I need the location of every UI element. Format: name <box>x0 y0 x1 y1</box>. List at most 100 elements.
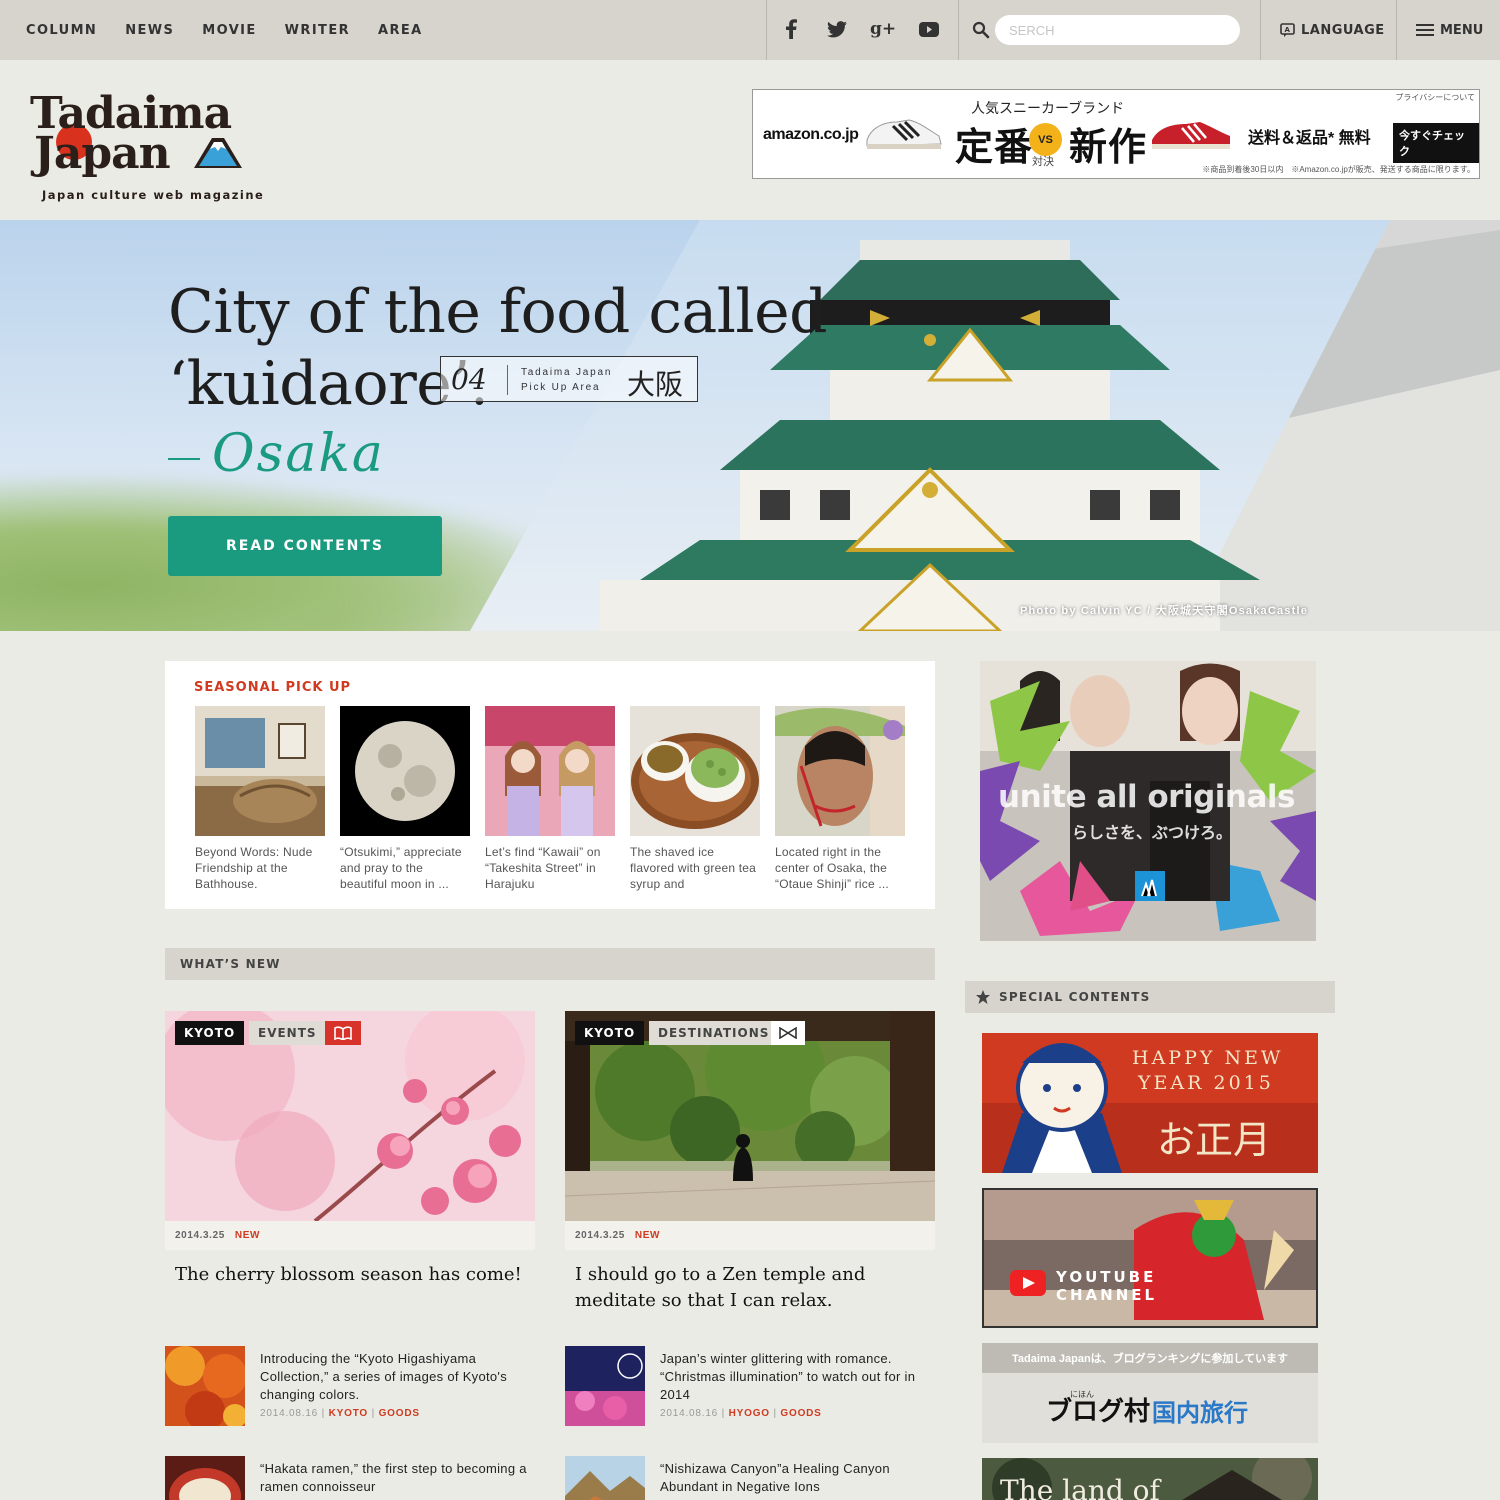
article-card-zen-temple[interactable]: KYOTO DESTINATIONS 2014.3.25 NEW I shoul… <box>565 1011 935 1314</box>
language-icon: A <box>1280 22 1295 37</box>
bathhouse-image <box>195 706 325 836</box>
article-list-item[interactable]: “Nishizawa Canyon”a Healing Canyon Abund… <box>565 1456 935 1500</box>
otaue-shinji-image <box>775 706 905 836</box>
canyon-thumb <box>565 1456 645 1500</box>
special-contents-header: SPECIAL CONTENTS <box>965 981 1335 1013</box>
article-area[interactable]: HYOGO <box>729 1408 770 1419</box>
article-list-item[interactable]: Japan’s winter glittering with romance. … <box>565 1346 935 1426</box>
twitter-icon[interactable] <box>826 18 848 40</box>
seasonal-item-bathhouse[interactable]: Beyond Words: Nude Friendship at the Bat… <box>195 706 325 892</box>
nav-item-area[interactable]: AREA <box>378 23 423 38</box>
card-date: 2014.3.25 <box>175 1230 225 1241</box>
article-area[interactable]: KYOTO <box>329 1408 368 1419</box>
youtube-channel-banner[interactable]: YOUTUBE CHANNEL <box>982 1188 1318 1328</box>
adidas-subline: らしさを、ぶつけろ。 <box>1072 825 1233 842</box>
seasonal-item-moon[interactable]: “Otsukimi,” appreciate and pray to the b… <box>340 706 470 892</box>
search-icon[interactable] <box>972 21 990 39</box>
youtube-label-line1: YOUTUBE <box>1056 1268 1157 1286</box>
fukusuke-doll-icon <box>1002 1043 1122 1173</box>
star-icon <box>976 990 990 1004</box>
svg-text:A: A <box>1285 26 1291 34</box>
youtube-icon[interactable] <box>918 18 940 40</box>
article-list-item[interactable]: “Hakata ramen,” the first step to becomi… <box>165 1456 535 1500</box>
badge-number: 04 <box>451 363 487 396</box>
nav-item-writer[interactable]: WRITER <box>285 23 350 38</box>
amazon-banner-ad[interactable]: プライバシーについて amazon.co.jp 人気スニーカーブランド 定番 新作… <box>752 89 1480 179</box>
article-date: 2014.08.16 <box>260 1408 319 1419</box>
seasonal-caption: Let’s find “Kawaii” on “Takeshita Street… <box>485 845 601 891</box>
new-year-line1: HAPPY NEW <box>1132 1047 1284 1069</box>
seasonal-caption: “Otsukimi,” appreciate and pray to the b… <box>340 845 462 891</box>
ranking-text: Tadaima Japanは、ブログランキングに参加しています <box>982 1343 1318 1373</box>
article-title: Introducing the “Kyoto Higashiyama Colle… <box>260 1351 508 1402</box>
cherry-blossom-image: KYOTO EVENTS <box>165 1011 535 1221</box>
seasonal-caption: The shaved ice flavored with green tea s… <box>630 845 757 891</box>
card-title[interactable]: I should go to a Zen temple and meditate… <box>575 1262 935 1314</box>
search-input[interactable] <box>995 15 1240 45</box>
language-button[interactable]: A LANGUAGE <box>1280 0 1385 60</box>
nav-item-column[interactable]: COLUMN <box>26 23 97 38</box>
seasonal-heading: SEASONAL PICK UP <box>194 680 352 695</box>
divider <box>1396 0 1397 60</box>
whats-new-header: WHAT’S NEW <box>165 948 935 980</box>
site-logo[interactable]: Tadaima Japan Japan culture web magazine <box>30 88 263 203</box>
ad-privacy-link[interactable]: プライバシーについて <box>1395 92 1475 103</box>
ad-cta-button[interactable]: 今すぐチェック <box>1393 123 1479 163</box>
article-title: “Nishizawa Canyon”a Healing Canyon Abund… <box>660 1461 890 1494</box>
seasonal-item-shaved-ice[interactable]: The shaved ice flavored with green tea s… <box>630 706 760 892</box>
new-year-line2: YEAR 2015 <box>1138 1072 1274 1094</box>
land-of-banner[interactable]: The land of <box>982 1458 1318 1500</box>
divider <box>766 0 767 60</box>
harajuku-girls-image <box>485 706 615 836</box>
card-area-tag[interactable]: KYOTO <box>575 1021 645 1045</box>
article-date: 2014.08.16 <box>660 1408 719 1419</box>
card-date-bar: 2014.3.25 NEW <box>165 1221 535 1250</box>
amazon-logo: amazon.co.jp <box>763 126 859 143</box>
nav-item-news[interactable]: NEWS <box>125 23 174 38</box>
divider <box>958 0 959 60</box>
sneaker-white-image <box>866 119 942 149</box>
blog-ranking-banner[interactable]: Tadaima Japanは、ブログランキングに参加しています にほん ブログ村… <box>982 1343 1318 1443</box>
book-icon <box>325 1021 361 1045</box>
illumination-thumb <box>565 1346 645 1426</box>
festival-image <box>984 1190 1316 1326</box>
menu-label: MENU <box>1440 22 1484 38</box>
ad-footnote: ※商品到着後30日以内 ※Amazon.co.jpが販売、発送する商品に限ります… <box>1202 165 1475 174</box>
adidas-banner-ad[interactable]: unite all originals らしさを、ぶつけろ。 <box>980 661 1316 941</box>
seasonal-caption: Beyond Words: Nude Friendship at the Bat… <box>195 845 313 891</box>
card-date: 2014.3.25 <box>575 1230 625 1241</box>
top-bar: COLUMN NEWS MOVIE WRITER AREA g+ A LANGU… <box>0 0 1500 60</box>
card-title[interactable]: The cherry blossom season has come! <box>175 1262 535 1288</box>
shaved-ice-image <box>630 706 760 836</box>
new-year-banner[interactable]: HAPPY NEW YEAR 2015 お正月 <box>982 1033 1318 1173</box>
card-area-tag[interactable]: KYOTO <box>175 1021 245 1045</box>
youtube-label-line2: CHANNEL <box>1056 1286 1158 1304</box>
article-meta: 2014.08.16 | KYOTO | GOODS <box>260 1408 420 1419</box>
divider <box>1260 0 1261 60</box>
ranking-site: ブログ村 <box>1046 1397 1151 1427</box>
article-category[interactable]: GOODS <box>379 1408 420 1419</box>
zen-temple-image: KYOTO DESTINATIONS <box>565 1011 935 1221</box>
facebook-icon[interactable] <box>780 18 802 40</box>
google-plus-icon[interactable]: g+ <box>870 18 896 40</box>
badge-label-line2: Pick Up Area <box>521 382 601 393</box>
nav-item-movie[interactable]: MOVIE <box>202 23 256 38</box>
ad-subtitle: 対決 <box>1032 156 1054 168</box>
bowtie-icon <box>771 1021 805 1045</box>
article-category[interactable]: GOODS <box>780 1408 821 1419</box>
land-title: The land of <box>1000 1474 1160 1500</box>
youtube-label: YOUTUBE CHANNEL <box>1056 1268 1157 1304</box>
article-list-item[interactable]: Introducing the “Kyoto Higashiyama Colle… <box>165 1346 535 1426</box>
ramen-thumb <box>165 1456 245 1500</box>
article-card-cherry-blossom[interactable]: KYOTO EVENTS 2014.3.25 NEW The cherry bl… <box>165 1011 535 1288</box>
read-contents-button[interactable]: READ CONTENTS <box>168 516 442 576</box>
moon-image <box>340 706 470 836</box>
special-contents-heading: SPECIAL CONTENTS <box>999 990 1151 1004</box>
seasonal-item-otaue[interactable]: Located right in the center of Osaka, th… <box>775 706 905 892</box>
card-category-tag[interactable]: EVENTS <box>249 1021 326 1045</box>
card-category-tag[interactable]: DESTINATIONS <box>649 1021 779 1045</box>
seasonal-item-kawaii[interactable]: Let’s find “Kawaii” on “Takeshita Street… <box>485 706 615 892</box>
sneaker-red-image <box>1152 122 1230 149</box>
card-date-bar: 2014.3.25 NEW <box>565 1221 935 1250</box>
menu-button[interactable]: MENU <box>1416 0 1483 60</box>
